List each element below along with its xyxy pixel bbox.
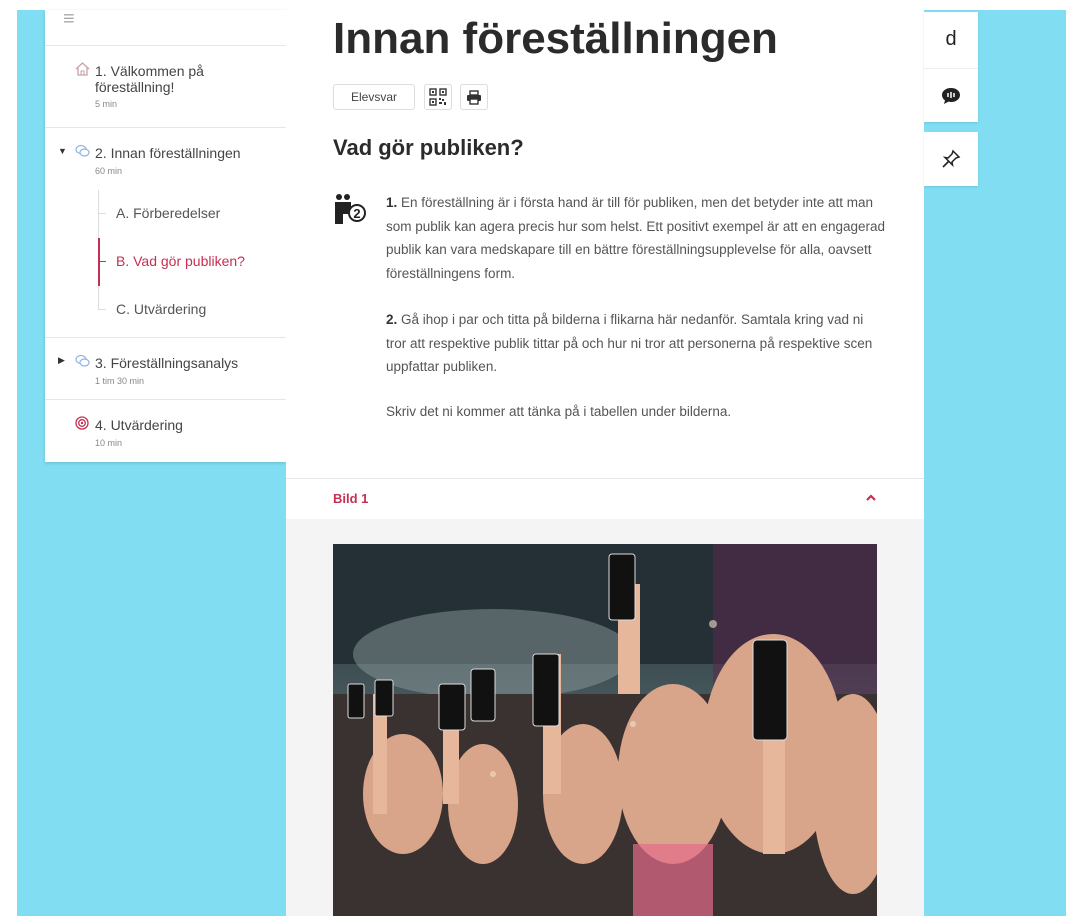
instruction-paragraph-1: 1. En föreställning är i första hand är …	[386, 191, 886, 285]
sidebar-item-label: 2. Innan föreställningen	[95, 145, 241, 161]
svg-text:2: 2	[353, 206, 360, 221]
tree-line	[98, 238, 100, 286]
pair-work-icon: 2	[333, 193, 367, 225]
read-aloud-button[interactable]	[924, 68, 978, 123]
pin-toolbar	[924, 132, 978, 186]
tree-tick	[98, 309, 106, 310]
audience-phones-photo	[333, 544, 877, 916]
speech-bubble-icon	[942, 88, 960, 104]
caret-down-icon[interactable]: ▼	[58, 146, 67, 156]
paragraph-text: Skriv det ni kommer att tänka på i tabel…	[386, 404, 732, 419]
sidebar-subitem-vad-gor-publiken[interactable]: B. Vad gör publiken?	[45, 238, 286, 286]
sidebar: ≡ 1. Välkommen på föreställning! 5 min ▼…	[45, 9, 286, 462]
sidebar-item-duration: 5 min	[95, 99, 118, 109]
chat-icon	[75, 354, 90, 371]
sidebar-item-label: 3. Föreställningsanalys	[95, 355, 239, 371]
paragraph-text: En föreställning är i första hand är til…	[386, 195, 886, 281]
tree-tick	[98, 213, 106, 214]
sidebar-item-label: 4. Utvärdering	[95, 417, 183, 433]
sidebar-subitem-utvardering[interactable]: C. Utvärdering	[45, 286, 286, 317]
sidebar-subitem-label: A. Förberedelser	[116, 205, 221, 221]
accordion-label: Bild 1	[333, 491, 369, 506]
instruction-paragraph-3: Skriv det ni kommer att tänka på i tabel…	[386, 400, 886, 424]
tree-line	[98, 190, 99, 238]
sidebar-item-utvardering[interactable]: 4. Utvärdering 10 min	[45, 399, 286, 462]
elevsvar-button[interactable]: Elevsvar	[333, 84, 415, 110]
pin-icon	[942, 149, 961, 168]
step-number: 1.	[386, 195, 398, 210]
home-icon	[75, 62, 90, 79]
qr-code-button[interactable]	[424, 84, 452, 110]
page-title: Innan föreställningen	[333, 14, 778, 63]
sidebar-item-duration: 10 min	[95, 438, 123, 448]
qr-code-icon	[429, 88, 447, 106]
instruction-paragraph-2: 2. Gå ihop i par och titta på bilderna i…	[386, 308, 886, 379]
sidebar-item-duration: 1 tim 30 min	[95, 376, 145, 386]
chevron-up-icon[interactable]	[864, 491, 878, 505]
sidebar-item-label: 1. Välkommen på	[95, 63, 204, 79]
tree-line	[98, 286, 99, 310]
section-heading: Vad gör publiken?	[333, 135, 524, 160]
print-icon	[467, 89, 481, 105]
sidebar-item-label-line2: föreställning!	[95, 79, 175, 95]
sidebar-subitem-forberedelser[interactable]: A. Förberedelser	[45, 190, 286, 238]
hamburger-icon[interactable]: ≡	[63, 9, 75, 29]
sidebar-subitem-label: C. Utvärdering	[116, 301, 207, 317]
main-content: Innan föreställningen Elevsvar Vad gör p…	[286, 10, 924, 916]
sidebar-subitem-label: B. Vad gör publiken?	[116, 253, 245, 269]
sidebar-item-innan[interactable]: ▼ 2. Innan föreställningen 60 min A. För…	[45, 127, 286, 338]
pin-button[interactable]	[924, 132, 978, 186]
target-icon	[75, 416, 89, 433]
dictionary-button[interactable]: d	[924, 12, 978, 66]
sidebar-item-forestallningsanalys[interactable]: ▶ 3. Föreställningsanalys 1 tim 30 min	[45, 337, 286, 400]
accordion-header-bild-1[interactable]: Bild 1	[286, 478, 924, 520]
sidebar-item-duration: 60 min	[95, 166, 123, 176]
tree-tick	[98, 261, 106, 262]
paragraph-text: Gå ihop i par och titta på bilderna i fl…	[386, 312, 873, 374]
right-toolbar: d	[924, 12, 978, 122]
chat-icon	[75, 144, 90, 161]
sidebar-item-valkommen[interactable]: 1. Välkommen på föreställning! 5 min	[45, 45, 286, 128]
accordion-panel	[286, 519, 924, 916]
step-number: 2.	[386, 312, 398, 327]
caret-right-icon[interactable]: ▶	[58, 355, 65, 366]
print-button[interactable]	[460, 84, 488, 110]
